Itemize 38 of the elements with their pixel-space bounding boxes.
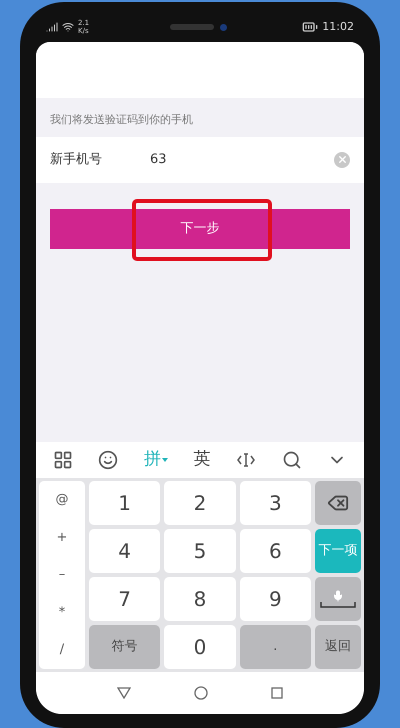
phone-number-field[interactable]: 63: [150, 150, 334, 170]
keyboard-key[interactable]: .: [240, 625, 311, 669]
keyboard-key[interactable]: 5: [164, 529, 236, 573]
back-nav-icon[interactable]: [117, 687, 132, 699]
keyboard-key[interactable]: 符号: [89, 625, 160, 669]
return-key[interactable]: 返回: [315, 625, 361, 669]
space-bar-icon: [320, 602, 356, 608]
field-label: 新手机号: [50, 150, 103, 169]
home-nav-icon[interactable]: [194, 686, 208, 700]
next-step-button[interactable]: 下一步: [50, 208, 350, 248]
speaker-grille: [170, 24, 214, 30]
keyboard-key[interactable]: 7: [89, 577, 160, 621]
input-mode-tab[interactable]: 英: [193, 447, 210, 473]
symbol-key[interactable]: *: [39, 594, 85, 632]
keyboard-key[interactable]: 9: [240, 577, 311, 621]
keyboard-key[interactable]: 2: [164, 481, 236, 525]
symbol-key[interactable]: /: [39, 631, 85, 669]
keyboard-key[interactable]: 4: [89, 529, 160, 573]
close-icon: [336, 154, 348, 165]
signal-icon: [46, 21, 58, 33]
voice-space-key[interactable]: [315, 577, 361, 621]
search-icon[interactable]: [282, 450, 302, 470]
camera-lens: [220, 24, 227, 30]
backspace-key[interactable]: [315, 481, 361, 525]
keyboard-key[interactable]: 8: [164, 577, 236, 621]
keyboard-key[interactable]: 3: [240, 481, 311, 525]
emoji-icon[interactable]: [98, 450, 118, 470]
grid-icon[interactable]: [52, 450, 73, 470]
keyboard-key[interactable]: 6: [240, 529, 311, 573]
symbol-key[interactable]: –: [39, 556, 85, 594]
status-time: 11:02: [322, 18, 354, 35]
symbol-key[interactable]: @: [39, 481, 85, 519]
hint-text: 我们将发送验证码到你的手机: [49, 112, 194, 128]
recents-nav-icon[interactable]: [270, 687, 283, 699]
keyboard-key[interactable]: 1: [89, 481, 160, 525]
keyboard-key[interactable]: 0: [164, 625, 236, 669]
symbol-key[interactable]: +: [39, 518, 85, 556]
microphone-icon: [332, 590, 344, 602]
